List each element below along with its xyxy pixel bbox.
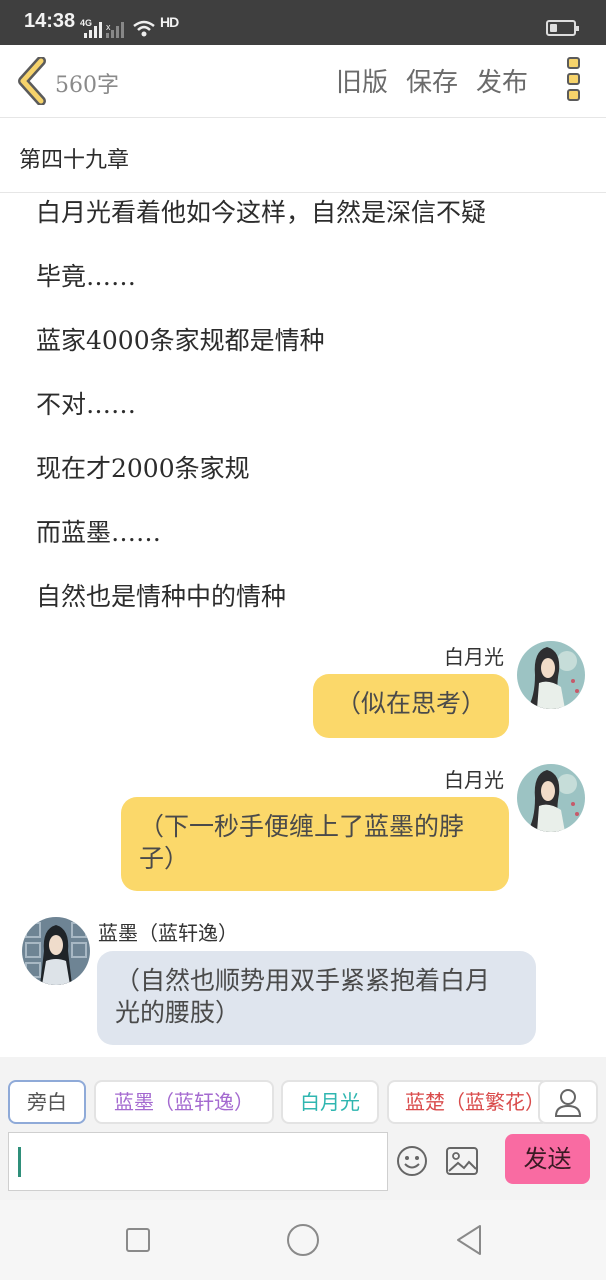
chapter-title: 第四十九章 xyxy=(19,148,130,173)
role-chip-bai-yueguang[interactable]: 白月光 xyxy=(281,1080,379,1124)
role-chip-narrator[interactable]: 旁白 xyxy=(8,1080,86,1124)
avatar-bai-yueguang[interactable] xyxy=(517,641,585,709)
system-nav-bar xyxy=(0,1200,606,1280)
character-manage-button[interactable] xyxy=(538,1080,598,1124)
message-text-line: （自然也顺势用双手紧紧抱着白月 xyxy=(115,966,491,995)
more-dot xyxy=(566,73,580,85)
narration-line: 而蓝墨…… xyxy=(36,518,162,547)
image-icon[interactable] xyxy=(446,1147,478,1175)
narration-line: 不对…… xyxy=(36,390,137,419)
message-text-line: 子） xyxy=(139,844,190,873)
role-label: 旁白 xyxy=(27,1090,67,1114)
save-button[interactable]: 保存 xyxy=(406,62,458,99)
message-text: （似在思考） xyxy=(335,689,486,718)
narration-line: 白月光看着他如今这样，自然是深信不疑 xyxy=(36,198,487,227)
more-dot xyxy=(566,89,580,101)
hd-indicator: HD xyxy=(160,14,179,30)
role-chip-lan-chu[interactable]: 蓝楚（蓝繁花） xyxy=(387,1080,549,1124)
word-count: 560字 xyxy=(55,73,119,98)
back-button[interactable] xyxy=(14,57,50,105)
narration-line: 现在才2000条家规 xyxy=(36,454,250,483)
speaker-name: 白月光 xyxy=(444,645,504,669)
message-bubble[interactable]: （下一秒手便缠上了蓝墨的脖 子） xyxy=(121,797,509,891)
back-nav-icon[interactable] xyxy=(452,1222,488,1258)
message-input[interactable] xyxy=(8,1132,388,1191)
more-dot xyxy=(566,57,580,69)
battery-level xyxy=(550,24,557,32)
text-caret xyxy=(18,1147,21,1177)
status-bar: 14:38 4G x HD xyxy=(0,0,606,45)
home-nav-icon[interactable] xyxy=(285,1222,321,1258)
signal-icon-2: x xyxy=(106,22,124,38)
status-time: 14:38 xyxy=(24,10,76,32)
signal-icon xyxy=(84,22,102,38)
message-bubble[interactable]: （自然也顺势用双手紧紧抱着白月 光的腰肢） xyxy=(97,951,536,1045)
narration-line: 自然也是情种中的情种 xyxy=(36,582,287,611)
publish-button[interactable]: 发布 xyxy=(476,62,528,99)
role-label: 蓝楚（蓝繁花） xyxy=(405,1090,545,1114)
old-version-button[interactable]: 旧版 xyxy=(336,62,388,99)
role-label: 白月光 xyxy=(300,1090,360,1114)
message-text-line: 光的腰肢） xyxy=(115,998,241,1027)
avatar-bai-yueguang[interactable] xyxy=(517,764,585,832)
message-bubble[interactable]: （似在思考） xyxy=(313,674,509,738)
narration-line: 蓝家4000条家规都是情种 xyxy=(36,326,325,355)
role-chip-lan-mo[interactable]: 蓝墨（蓝轩逸） xyxy=(94,1080,274,1124)
message-text-line: （下一秒手便缠上了蓝墨的脖 xyxy=(139,812,465,841)
narration-line: 毕竟…… xyxy=(36,262,137,291)
story-content[interactable]: 白月光看着他如今这样，自然是深信不疑 毕竟…… 蓝家4000条家规都是情种 不对… xyxy=(0,193,606,1057)
composer-panel: 旁白 蓝墨（蓝轩逸） 白月光 蓝楚（蓝繁花） 发送 xyxy=(0,1057,606,1200)
more-menu-button[interactable] xyxy=(562,57,584,105)
wifi-icon xyxy=(133,20,155,37)
speaker-name: 白月光 xyxy=(444,768,504,792)
avatar-lan-mo[interactable] xyxy=(22,917,90,985)
role-label: 蓝墨（蓝轩逸） xyxy=(114,1090,254,1114)
svg-text:x: x xyxy=(106,22,111,32)
recents-nav-icon[interactable] xyxy=(120,1222,156,1258)
battery-icon xyxy=(546,20,579,36)
send-button[interactable]: 发送 xyxy=(505,1134,590,1184)
chapter-header[interactable]: 第四十九章 xyxy=(0,118,606,193)
speaker-name: 蓝墨（蓝轩逸） xyxy=(98,921,238,945)
smiley-icon[interactable] xyxy=(396,1145,428,1177)
person-icon xyxy=(554,1089,582,1117)
editor-header: 560字 旧版 保存 发布 xyxy=(0,45,606,118)
